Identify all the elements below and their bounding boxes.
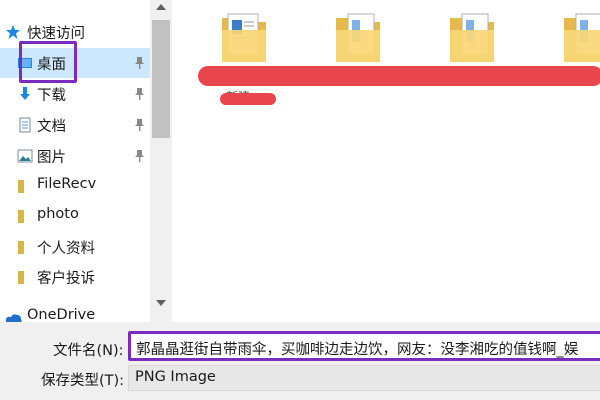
folder-icon[interactable] [562,10,600,64]
sidebar-item-label: 文档 [37,119,66,135]
save-form: 文件名(N): 郭晶晶逛街自带雨伞，买咖啡边走边饮，网友：没李湘吃的值钱啊_娱 … [0,322,600,400]
redaction-bar [198,66,600,86]
sidebar-item-label: photo [37,206,79,222]
sidebar-item-personal-info[interactable]: 个人资料 [0,232,150,262]
filename-input[interactable]: 郭晶晶逛街自带雨伞，买咖啡边走边饮，网友：没李湘吃的值钱啊_娱 [128,331,600,361]
sidebar-item-label: FileRecv [37,176,97,192]
filename-label: 文件名(N): [53,343,124,359]
pin-icon[interactable] [133,56,146,70]
sidebar-item-photo[interactable]: photo [0,201,150,231]
pin-icon[interactable] [133,118,146,132]
sidebar-item-onedrive[interactable]: OneDrive [0,304,150,322]
scroll-down-icon[interactable] [156,300,166,306]
selection-highlight-box [19,41,77,83]
folder-icon [18,210,24,223]
picture-icon [17,149,33,163]
folder-icon [18,271,24,284]
document-icon [19,117,31,133]
pin-icon[interactable] [133,149,146,163]
redaction-bar-small [220,93,276,105]
download-icon [20,87,30,100]
folder-icon[interactable] [448,10,496,64]
scroll-up-icon[interactable] [156,4,166,10]
pin-icon[interactable] [133,87,146,101]
sidebar-item-pictures[interactable]: 图片 [0,141,150,171]
sidebar-item-label: 图片 [37,150,66,166]
sidebar-item-label: 下载 [37,88,66,104]
filetype-select[interactable]: PNG Image [128,365,600,391]
vertical-scrollbar[interactable] [150,0,172,322]
sidebar-item-downloads[interactable]: 下载 [0,79,150,109]
sidebar-item-label: 客户投诉 [37,271,95,287]
filetype-label: 保存类型(T): [41,373,125,389]
sidebar-item-customer-complaints[interactable]: 客户投诉 [0,262,150,292]
sidebar-item-label: OneDrive [27,307,96,322]
filetype-value[interactable]: PNG Image [135,369,216,385]
star-icon [6,25,20,39]
quick-access-label: 快速访问 [27,26,85,42]
cloud-icon [5,314,22,322]
file-list-pane: 新建 [172,0,600,322]
scrollbar-thumb[interactable] [152,20,170,138]
sidebar-item-documents[interactable]: 文档 [0,110,150,140]
navigation-pane: 快速访问 桌面 下载 文档 图片 FileRecv photo 个人资料 客户投… [0,0,150,322]
folder-icon [18,180,24,193]
sidebar-item-label: 个人资料 [37,241,95,257]
sidebar-item-filerecv[interactable]: FileRecv [0,171,150,201]
folder-icon[interactable] [334,10,382,64]
filename-value[interactable]: 郭晶晶逛街自带雨伞，买咖啡边走边饮，网友：没李湘吃的值钱啊_娱 [136,338,578,358]
folder-icon [18,241,24,254]
folder-icon[interactable] [220,10,268,64]
